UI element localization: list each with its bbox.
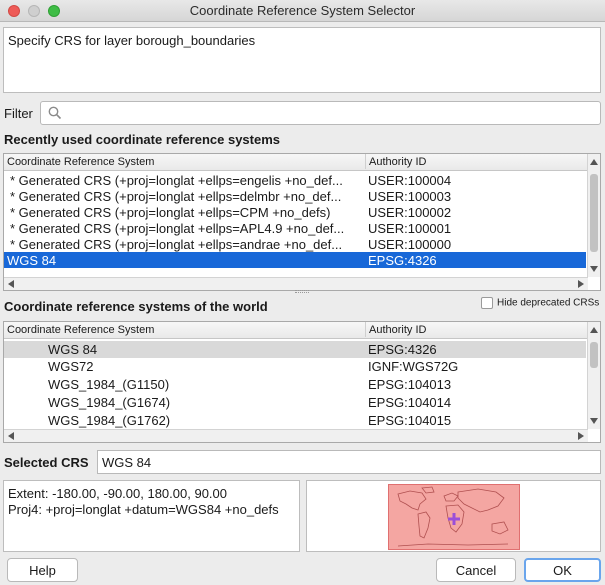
crs-name: * Generated CRS (+proj=longlat +ellps=AP… [10,221,345,236]
selected-crs-field[interactable]: WGS 84 [97,450,601,474]
filter-input[interactable] [40,101,601,125]
crs-info-box: Extent: -180.00, -90.00, 180.00, 90.00 P… [3,480,300,552]
authority-id: IGNF:WGS72G [368,359,459,374]
column-header-crs[interactable]: Coordinate Reference System [7,156,154,168]
authority-id: EPSG:4326 [368,342,437,357]
table-row[interactable]: WGS_1984_(G1762) EPSG:104015 [4,412,586,428]
scroll-right-arrow-icon[interactable] [578,280,584,288]
crs-name: WGS 84 [48,342,98,357]
scroll-thumb[interactable] [590,342,598,368]
authority-id: USER:100004 [368,173,452,188]
table-row-selected[interactable]: WGS 84 EPSG:4326 [4,252,586,268]
table-row[interactable]: WGS_1984_(G1674) EPSG:104014 [4,394,586,410]
crs-name: WGS_1984_(G1150) [48,377,170,392]
authority-id: EPSG:104013 [368,377,452,392]
scroll-down-arrow-icon[interactable] [590,418,598,424]
scroll-up-arrow-icon[interactable] [590,159,598,165]
recent-crs-table[interactable]: Coordinate Reference System Authority ID… [3,153,601,291]
crs-name: WGS_1984_(G1674) [48,395,171,410]
table-row[interactable]: WGS_1984_(G1150) EPSG:104013 [4,376,586,392]
crs-name: * Generated CRS (+proj=longlat +ellps=en… [10,173,343,188]
crs-name: WGS72 [48,359,94,374]
crs-name: * Generated CRS (+proj=longlat +ellps=an… [10,237,343,252]
ok-button[interactable]: OK [524,558,601,582]
scroll-left-arrow-icon[interactable] [8,432,14,440]
checkbox-box[interactable] [481,297,493,309]
cancel-button[interactable]: Cancel [436,558,516,582]
authority-id: USER:100001 [368,221,452,236]
scroll-up-arrow-icon[interactable] [590,327,598,333]
column-header-authority[interactable]: Authority ID [365,322,426,337]
selected-crs-label: Selected CRS [4,455,89,470]
table-row-highlighted[interactable]: WGS 84 EPSG:4326 [4,341,586,358]
proj4-text: Proj4: +proj=longlat +datum=WGS84 +no_de… [8,502,279,517]
table-row[interactable]: * Generated CRS (+proj=longlat +ellps=CP… [4,204,586,220]
window-title: Coordinate Reference System Selector [189,3,416,18]
hide-deprecated-checkbox[interactable]: Hide deprecated CRSs [481,297,599,309]
table-row[interactable]: * Generated CRS (+proj=longlat +ellps=AP… [4,220,586,236]
table-row[interactable]: WGS72 IGNF:WGS72G [4,358,586,374]
title-bar: Coordinate Reference System Selector [0,0,605,22]
world-crs-title: Coordinate reference systems of the worl… [4,299,268,314]
vertical-scrollbar[interactable] [587,154,600,277]
scroll-right-arrow-icon[interactable] [578,432,584,440]
scroll-thumb[interactable] [590,174,598,252]
authority-id: USER:100000 [368,237,452,252]
splitter-handle[interactable] [295,290,309,293]
column-header-authority[interactable]: Authority ID [365,154,426,169]
recent-crs-title: Recently used coordinate reference syste… [4,132,281,147]
authority-id: EPSG:104015 [368,413,452,428]
extent-text: Extent: -180.00, -90.00, 180.00, 90.00 [8,486,227,501]
crs-name: * Generated CRS (+proj=longlat +ellps=CP… [10,205,331,220]
table-header: Coordinate Reference System Authority ID [4,154,590,171]
description-box: Specify CRS for layer borough_boundaries [3,27,601,93]
world-map-preview [388,484,520,550]
authority-id: EPSG:4326 [368,253,437,268]
column-header-crs[interactable]: Coordinate Reference System [7,324,154,336]
search-icon [48,106,62,120]
filter-label: Filter [4,106,33,121]
table-row[interactable]: * Generated CRS (+proj=longlat +ellps=de… [4,188,586,204]
hide-deprecated-label: Hide deprecated CRSs [497,297,600,309]
table-header: Coordinate Reference System Authority ID [4,322,590,339]
map-preview-panel [306,480,601,552]
vertical-scrollbar[interactable] [587,322,600,429]
description-text: Specify CRS for layer borough_boundaries [8,33,256,48]
help-button[interactable]: Help [7,558,78,582]
authority-id: USER:100003 [368,189,452,204]
table-row[interactable]: * Generated CRS (+proj=longlat +ellps=an… [4,236,586,252]
crs-name: WGS_1984_(G1762) [48,413,171,428]
horizontal-scrollbar[interactable] [4,429,588,442]
world-crs-table[interactable]: Coordinate Reference System Authority ID… [3,321,601,443]
crs-name: * Generated CRS (+proj=longlat +ellps=de… [10,189,342,204]
authority-id: USER:100002 [368,205,452,220]
table-row[interactable]: * Generated CRS (+proj=longlat +ellps=en… [4,172,586,188]
scroll-left-arrow-icon[interactable] [8,280,14,288]
scroll-down-arrow-icon[interactable] [590,266,598,272]
horizontal-scrollbar[interactable] [4,277,588,290]
authority-id: EPSG:104014 [368,395,452,410]
crs-name: WGS 84 [7,253,57,268]
